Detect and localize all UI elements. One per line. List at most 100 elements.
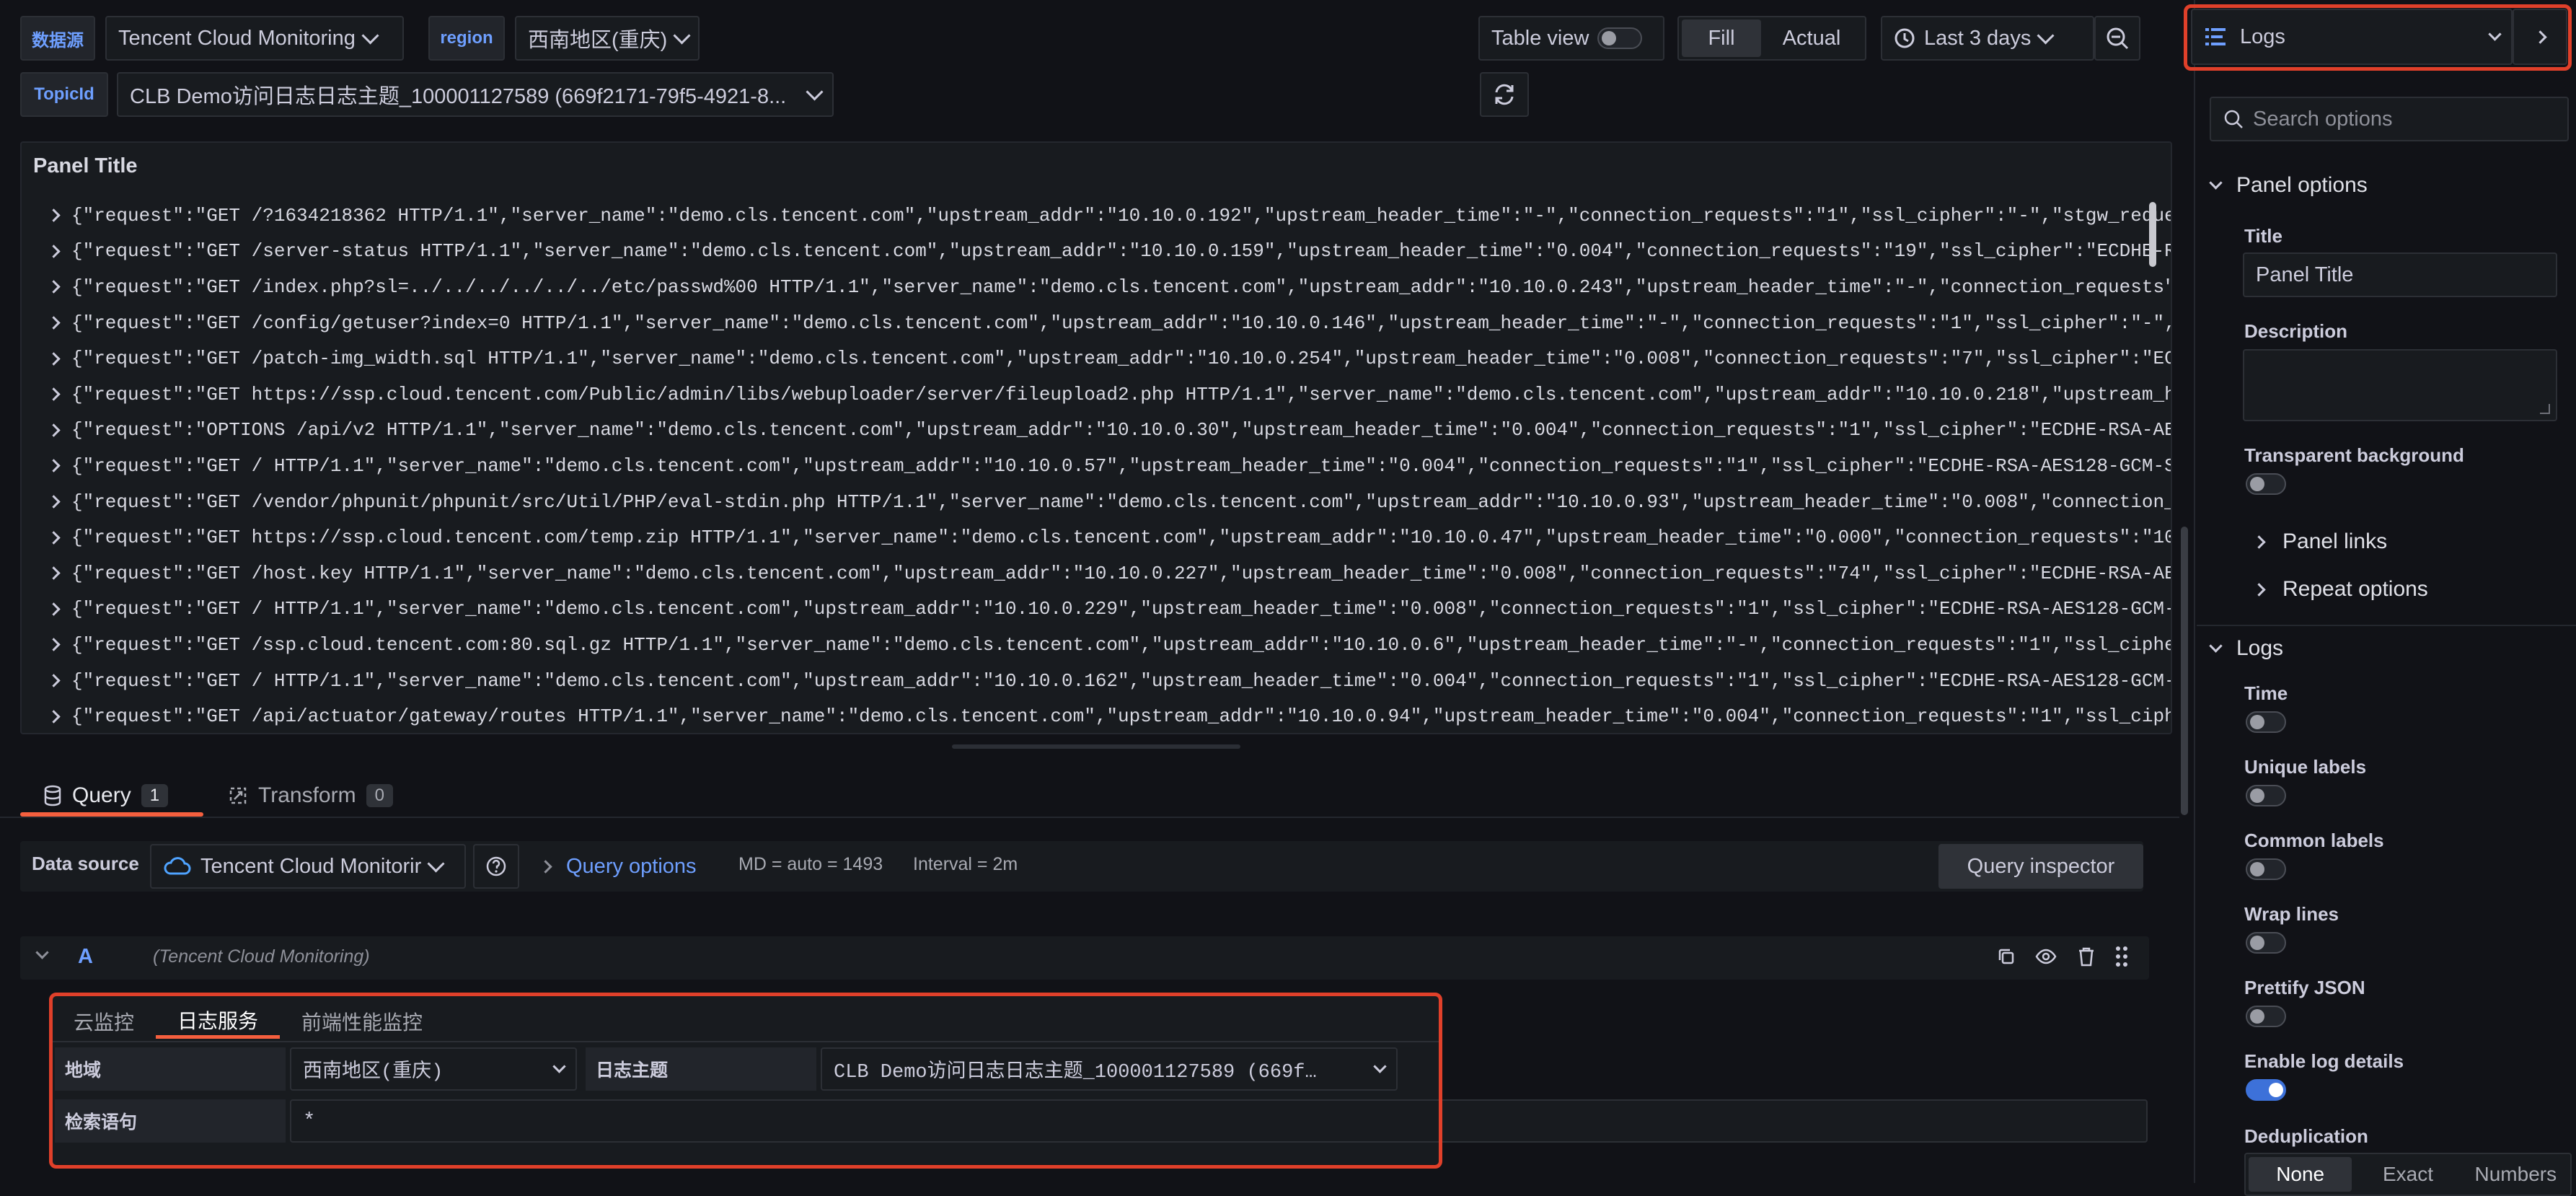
log-row[interactable]: {"request":"GET / HTTP/1.1","server_name… — [43, 448, 2172, 484]
panel-resize-handle[interactable] — [952, 744, 1240, 749]
clock-icon — [1894, 28, 1915, 48]
trash-icon[interactable] — [2077, 946, 2096, 967]
panel: Panel Title {"request":"GET /?1634218362… — [20, 141, 2172, 734]
search-icon — [2224, 110, 2243, 128]
logs-option-switch[interactable] — [2246, 858, 2286, 880]
log-line-text: {"request":"GET /api/actuator/gateway/ro… — [71, 705, 2172, 728]
transparent-option-label: Transparent background — [2244, 444, 2464, 466]
expand-chevron-icon — [47, 423, 61, 437]
query-a-datasource-hint: (Tencent Cloud Monitoring) — [153, 946, 370, 967]
query-inspector-button[interactable]: Query inspector — [1938, 844, 2143, 889]
refresh-button[interactable] — [1480, 72, 1529, 117]
table-view-label: Table view — [1491, 26, 1589, 50]
log-line-text: {"request":"GET /host.key HTTP/1.1","ser… — [71, 562, 2172, 584]
eye-icon[interactable] — [2035, 946, 2057, 967]
log-scrollbar[interactable] — [2149, 202, 2156, 267]
refresh-icon — [1495, 84, 1514, 105]
help-icon — [486, 856, 506, 876]
log-line-text: {"request":"GET /?1634218362 HTTP/1.1","… — [71, 204, 2172, 227]
log-line-text: {"request":"OPTIONS /api/v2 HTTP/1.1","s… — [71, 419, 2172, 441]
log-line-text: {"request":"GET /server-status HTTP/1.1"… — [71, 240, 2172, 263]
log-row[interactable]: {"request":"GET /host.key HTTP/1.1","ser… — [43, 555, 2172, 592]
fill-actual-group: Fill Actual — [1677, 16, 1866, 61]
tab-query[interactable]: Query 1 — [43, 776, 169, 815]
log-line-text: {"request":"GET / HTTP/1.1","server_name… — [71, 454, 2172, 477]
title-option-input[interactable]: Panel Title — [2243, 252, 2557, 297]
time-range-picker[interactable]: Last 3 days — [1881, 16, 2094, 61]
expand-chevron-icon — [47, 387, 61, 401]
logs-option-switch[interactable] — [2246, 785, 2286, 806]
log-row[interactable]: {"request":"GET /ssp.cloud.tencent.com:8… — [43, 627, 2172, 663]
resize-grip-icon — [2540, 404, 2550, 414]
panel-links-section[interactable]: Panel links — [2252, 529, 2387, 554]
chevron-right-icon — [2252, 582, 2266, 597]
region-select[interactable]: 西南地区(重庆) — [515, 16, 700, 61]
log-row[interactable]: {"request":"GET /vendor/phpunit/phpunit/… — [43, 484, 2172, 520]
dedup-option[interactable]: None — [2249, 1157, 2352, 1192]
chevron-down-icon — [427, 854, 445, 873]
log-line-text: {"request":"GET https://ssp.cloud.tencen… — [71, 527, 2172, 549]
data-source-label: Data source — [32, 853, 139, 874]
logs-option-label: Prettify JSON — [2244, 977, 2365, 998]
zoom-out-button[interactable] — [2094, 16, 2140, 61]
log-line-text: {"request":"GET /vendor/phpunit/phpunit/… — [71, 491, 2172, 513]
copy-icon[interactable] — [1996, 946, 2016, 967]
tab-transform[interactable]: Transform 0 — [228, 776, 393, 815]
logs-option-label: Enable log details — [2244, 1050, 2404, 1072]
log-row[interactable]: {"request":"GET /?1634218362 HTTP/1.1","… — [43, 198, 2172, 234]
logs-options-header[interactable]: Logs — [2209, 636, 2283, 661]
query-a-letter[interactable]: A — [78, 945, 93, 969]
log-row[interactable]: {"request":"GET https://ssp.cloud.tencen… — [43, 377, 2171, 413]
log-row[interactable]: {"request":"OPTIONS /api/v2 HTTP/1.1","s… — [43, 413, 2172, 449]
help-button[interactable] — [473, 844, 519, 889]
logs-option-switch[interactable] — [2246, 1006, 2286, 1027]
log-row[interactable]: {"request":"GET https://ssp.cloud.tencen… — [43, 519, 2172, 555]
repeat-options-section[interactable]: Repeat options — [2252, 577, 2428, 602]
search-options-input[interactable]: Search options — [2210, 97, 2569, 141]
log-row[interactable]: {"request":"GET /index.php?sl=../../../.… — [43, 269, 2172, 305]
query-datasource-select[interactable]: Tencent Cloud Monitorir — [150, 844, 466, 889]
chevron-down-icon — [2037, 26, 2055, 45]
log-line-text: {"request":"GET /ssp.cloud.tencent.com:8… — [71, 633, 2172, 656]
transform-icon — [229, 787, 247, 804]
log-row[interactable]: {"request":"GET /patch-img_width.sql HTT… — [43, 340, 2171, 377]
zoom-out-icon — [2107, 27, 2129, 50]
log-row[interactable]: {"request":"GET /config/getuser?index=0 … — [43, 305, 2171, 341]
logs-option-switch[interactable] — [2246, 1079, 2286, 1101]
topic-select[interactable]: CLB Demo访问日志日志主题_100001127589 (669f2171-… — [117, 72, 834, 117]
expand-chevron-icon — [47, 674, 61, 687]
expand-chevron-icon — [47, 245, 61, 258]
editor-scrollbar[interactable] — [2181, 527, 2188, 815]
description-option-input[interactable] — [2243, 349, 2557, 421]
actual-button[interactable]: Actual — [1761, 19, 1862, 57]
query-options-toggle[interactable]: Query options — [539, 844, 697, 889]
time-range-value: Last 3 days — [1924, 26, 2032, 50]
log-line-text: {"request":"GET / HTTP/1.1","server_name… — [71, 598, 2172, 620]
log-line-text: {"request":"GET /index.php?sl=../../../.… — [71, 276, 2172, 298]
datasource-select[interactable]: Tencent Cloud Monitoring — [105, 16, 404, 61]
transparent-switch[interactable] — [2246, 473, 2286, 495]
interval-info: Interval = 2m — [913, 854, 1018, 874]
dedup-option[interactable]: Numbers — [2464, 1157, 2567, 1192]
table-view-toggle[interactable]: Table view — [1478, 16, 1664, 61]
expand-chevron-icon — [47, 530, 61, 545]
dedup-option[interactable]: Exact — [2356, 1157, 2459, 1192]
topic-tag: TopicId — [20, 72, 108, 117]
log-row[interactable]: {"request":"GET /api/actuator/gateway/ro… — [43, 698, 2172, 731]
log-row[interactable]: {"request":"GET / HTTP/1.1","server_name… — [43, 592, 2172, 628]
log-row[interactable]: {"request":"GET /server-status HTTP/1.1"… — [43, 234, 2172, 270]
expand-chevron-icon — [47, 351, 61, 366]
region-select-value: 西南地区(重庆) — [528, 29, 668, 52]
topic-select-value: CLB Demo访问日志日志主题_100001127589 (669f2171-… — [130, 85, 787, 108]
logs-option-label: Unique labels — [2244, 756, 2367, 778]
logs-option-label: Common labels — [2244, 830, 2384, 851]
logs-option-switch[interactable] — [2246, 711, 2286, 733]
fill-button[interactable]: Fill — [1682, 19, 1761, 57]
expand-chevron-icon — [47, 459, 61, 473]
logs-option-switch[interactable] — [2246, 932, 2286, 954]
panel-options-header[interactable]: Panel options — [2209, 173, 2368, 198]
table-view-switch[interactable] — [1597, 27, 1643, 49]
datasource-tag: 数据源 — [20, 16, 95, 61]
drag-handle-icon[interactable] — [2114, 945, 2129, 968]
log-row[interactable]: {"request":"GET / HTTP/1.1","server_name… — [43, 663, 2171, 699]
